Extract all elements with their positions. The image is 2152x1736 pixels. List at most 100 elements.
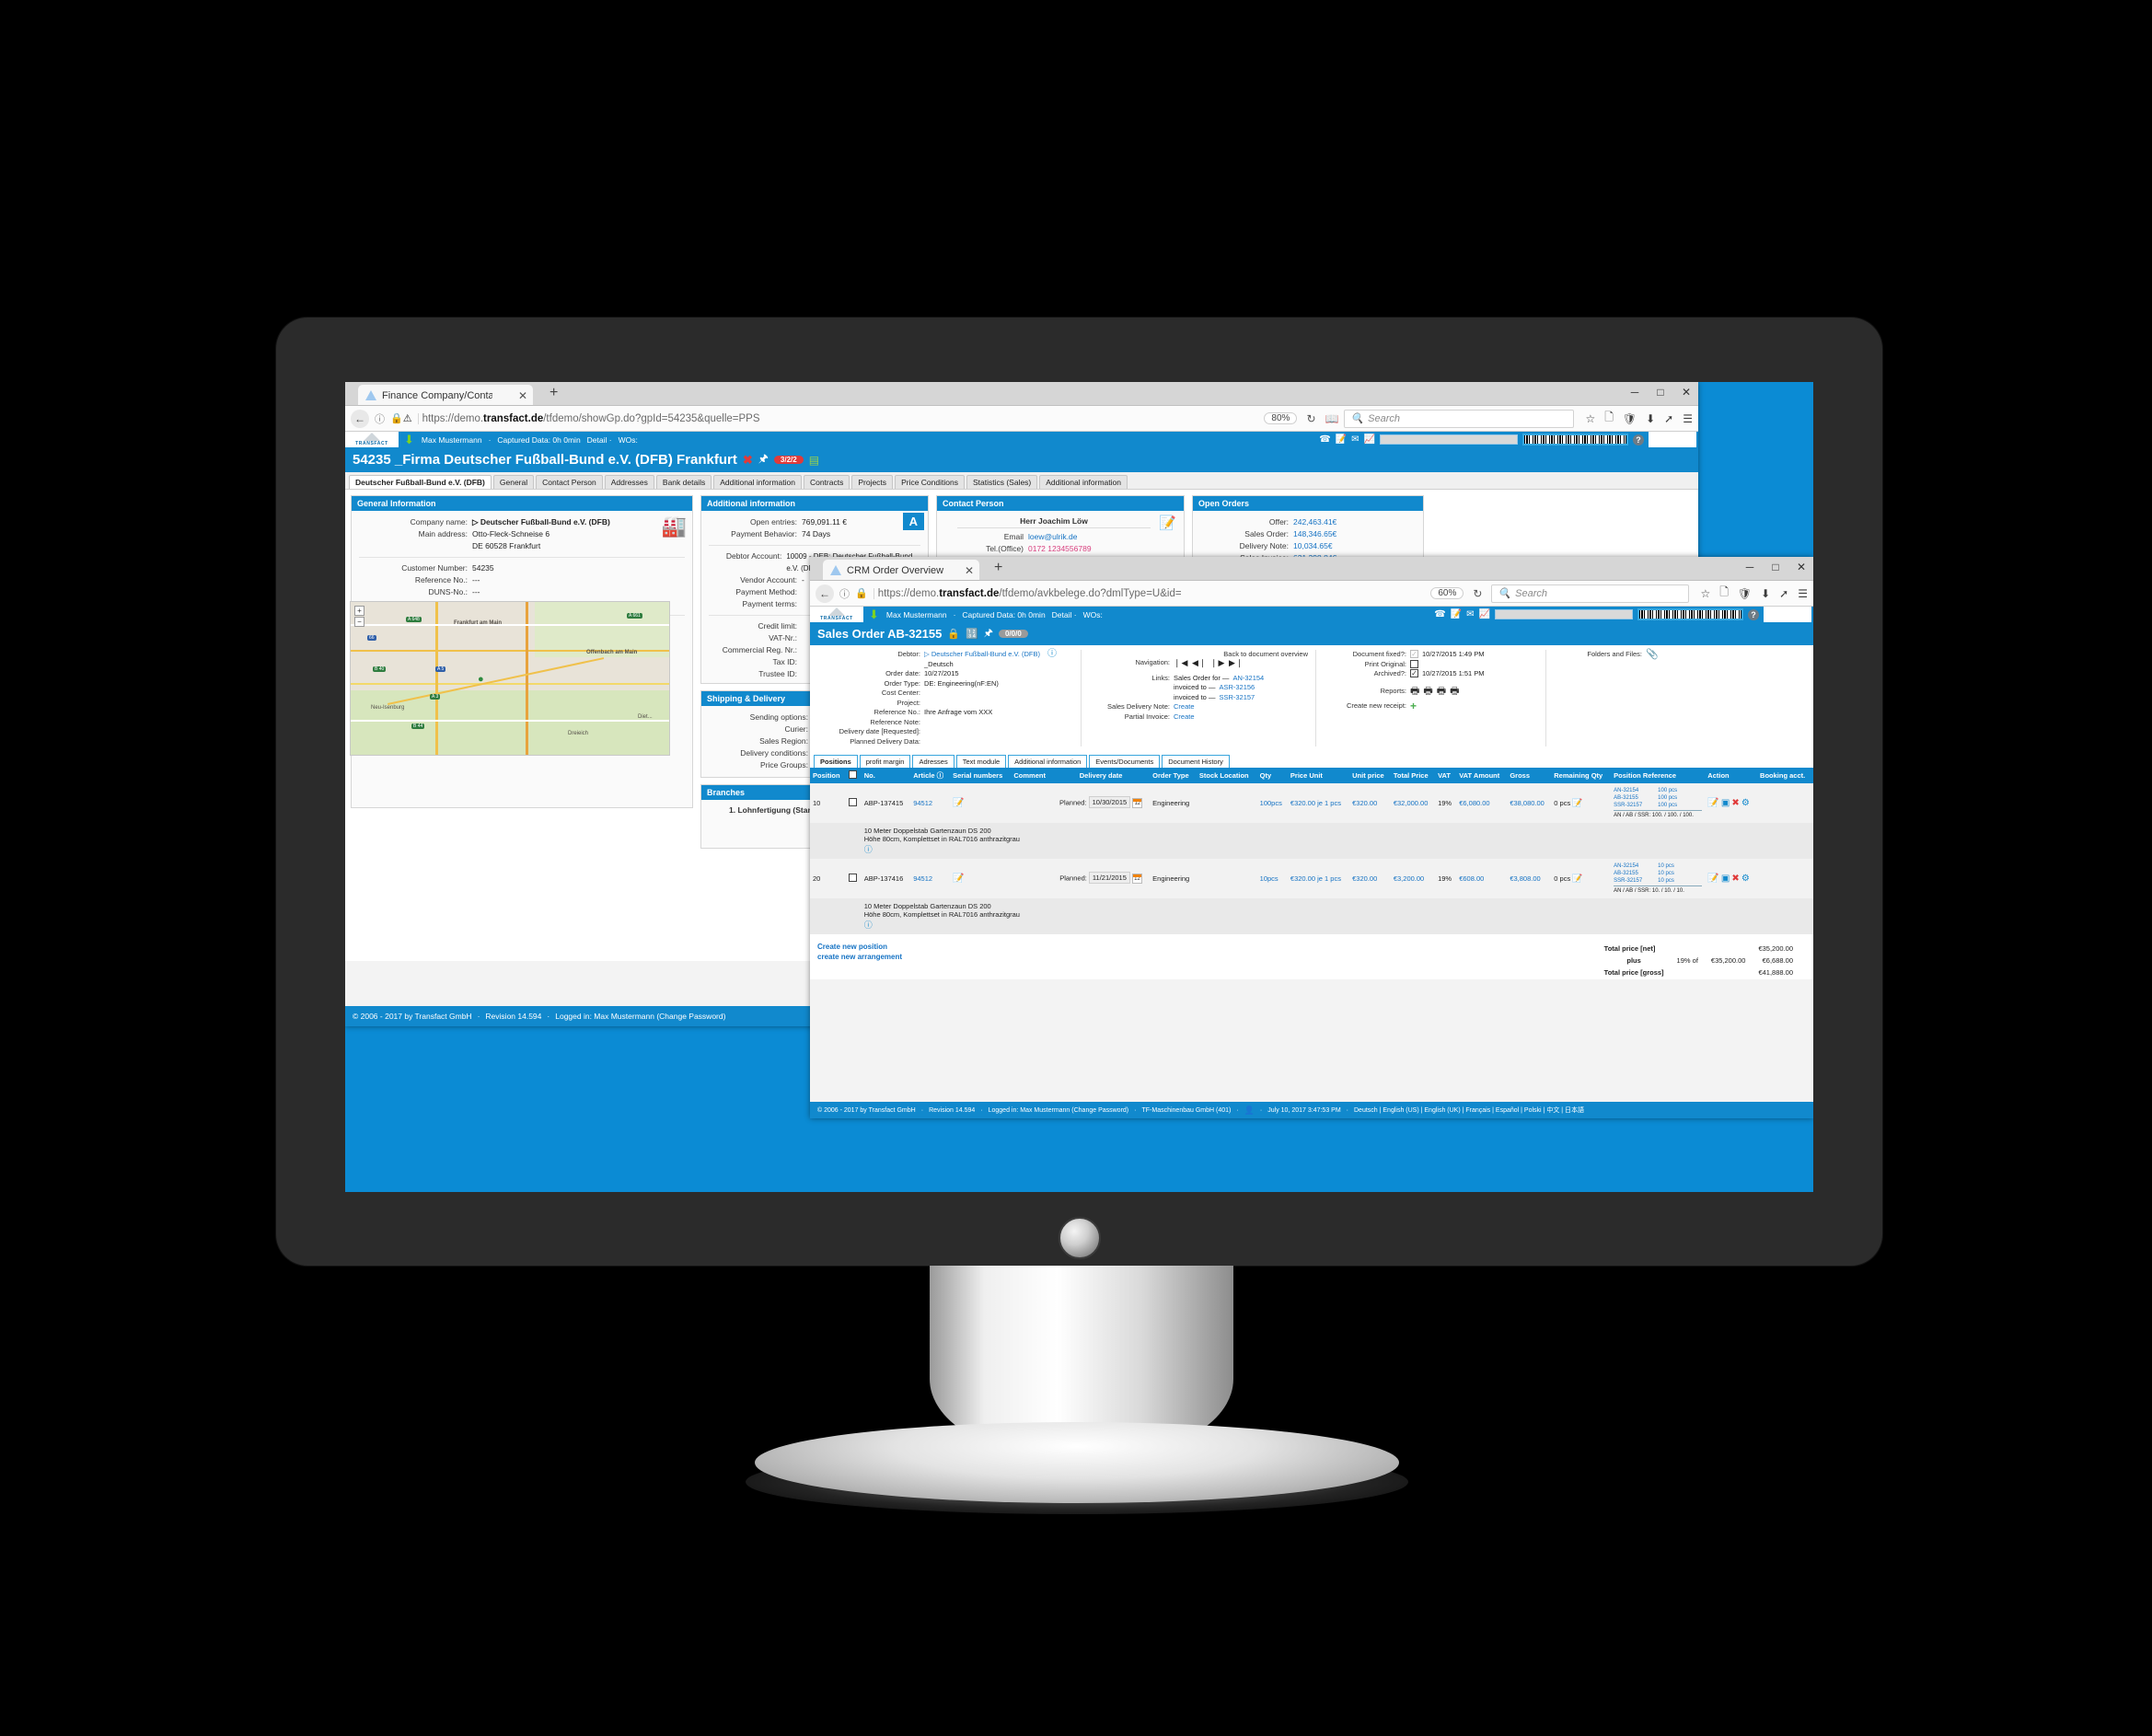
- copy-position-icon[interactable]: ▣: [1721, 874, 1730, 884]
- remaining-edit-icon[interactable]: 📝: [1572, 798, 1582, 807]
- location-map[interactable]: Frankfurt am Main Offenbach am Main Neu-…: [350, 601, 670, 756]
- col-order-type[interactable]: Order Type: [1150, 768, 1197, 783]
- tab-crm-order-overview[interactable]: CRM Order Overview ✕: [823, 560, 979, 581]
- col-position[interactable]: Position: [810, 768, 847, 783]
- close-window-icon[interactable]: ✕: [1680, 386, 1693, 399]
- download-icon[interactable]: ⬇: [1761, 587, 1770, 600]
- link-ref-1[interactable]: ASR-32156: [1219, 683, 1255, 693]
- maximize-icon[interactable]: □: [1769, 561, 1782, 573]
- pos-tab-events-documents[interactable]: Events/Documents: [1089, 755, 1161, 768]
- pos-tab-adresses[interactable]: Adresses: [912, 755, 955, 768]
- pocket-icon[interactable]: ➚: [1779, 587, 1788, 600]
- info-icon[interactable]: ⓘ: [839, 586, 850, 601]
- cell-delivery-date[interactable]: Planned: 10/30/2015 12: [1052, 783, 1150, 823]
- app-tab-10[interactable]: Additional information: [1039, 475, 1128, 489]
- settings-position-icon[interactable]: ⚙: [1741, 874, 1750, 884]
- col-article[interactable]: Article ⓘ: [910, 768, 951, 783]
- remaining-edit-icon[interactable]: 📝: [1572, 874, 1582, 883]
- serial-edit-icon[interactable]: 📝: [953, 798, 964, 808]
- reader-mode-icon[interactable]: 📖: [1325, 412, 1339, 425]
- back-icon[interactable]: ←: [816, 584, 834, 603]
- email-icon[interactable]: ✉: [1466, 609, 1474, 619]
- window1-toolbar-icons[interactable]: ☆ 🗋 🛡 ⬇ ➚ ☰: [1579, 409, 1693, 428]
- ref-doc-2[interactable]: SSR-32157: [1614, 877, 1652, 885]
- print-report-de-icon[interactable]: 🖶: [1410, 686, 1419, 697]
- download-icon[interactable]: ⬇: [1646, 412, 1655, 425]
- close-icon[interactable]: ✕: [518, 389, 527, 402]
- value-debtor[interactable]: ▷ Deutscher Fußball-Bund e.V. (DFB): [924, 650, 1040, 660]
- app-tab-5[interactable]: Additional information: [713, 475, 802, 489]
- app-tab-7[interactable]: Projects: [851, 475, 894, 489]
- ref-doc-2[interactable]: SSR-32157: [1614, 802, 1652, 809]
- print-report-cn-icon[interactable]: 🖶: [1450, 686, 1459, 697]
- value-contact-email[interactable]: loew@ulrik.de: [1028, 531, 1078, 543]
- close-window-icon[interactable]: ✕: [1795, 561, 1808, 573]
- col-price-unit[interactable]: Price Unit: [1287, 768, 1350, 783]
- down-arrow-icon[interactable]: ⬇: [404, 434, 414, 446]
- add-receipt-icon[interactable]: +: [1410, 700, 1417, 711]
- col-qty[interactable]: Qty: [1256, 768, 1288, 783]
- pos-tab-text-module[interactable]: Text module: [955, 755, 1007, 768]
- new-tab-button[interactable]: +: [994, 561, 1002, 575]
- link-ref-0[interactable]: AN-32154: [1232, 674, 1264, 684]
- value-contact-tel[interactable]: 0172 1234556789: [1028, 543, 1092, 555]
- delete-position-icon[interactable]: ✖: [1731, 798, 1739, 808]
- app-tab-6[interactable]: Contracts: [803, 475, 850, 489]
- delivery-date-input[interactable]: 10/30/2015: [1088, 796, 1131, 809]
- zoom-level-badge[interactable]: 80%: [1264, 412, 1298, 424]
- window2-toolbar-icons[interactable]: ☆ 🗋 🛡 ⬇ ➚ ☰: [1695, 584, 1808, 603]
- col-serial-numbers[interactable]: Serial numbers: [950, 768, 1012, 783]
- app-tab-9[interactable]: Statistics (Sales): [966, 475, 1038, 489]
- app-tab-8[interactable]: Price Conditions: [895, 475, 965, 489]
- window1-controls[interactable]: ─ □ ✕: [1628, 386, 1693, 399]
- col-remaining-qty[interactable]: Remaining Qty: [1551, 768, 1612, 783]
- print-report-pl-icon[interactable]: 🖶: [1423, 686, 1432, 697]
- footer-languages[interactable]: Deutsch | English (US) | English (UK) | …: [1354, 1105, 1584, 1115]
- topbar-right-tools[interactable]: ☎ 📝 ✉ 📈 ? TRANSFACT: [1434, 607, 1813, 622]
- back-to-overview-link[interactable]: Back to document overview: [1089, 650, 1308, 658]
- back-icon[interactable]: ←: [351, 409, 369, 428]
- bookmark-star-icon[interactable]: ☆: [1700, 587, 1710, 600]
- cell-article[interactable]: 94512: [910, 783, 950, 823]
- col-no[interactable]: No.: [861, 768, 911, 783]
- info-icon[interactable]: ⓘ: [937, 771, 944, 780]
- nav-next-icon[interactable]: ❘▶: [1210, 658, 1225, 667]
- col-gross[interactable]: Gross: [1507, 768, 1552, 783]
- link-ref-2[interactable]: SSR-32157: [1219, 693, 1255, 703]
- app-tab-3[interactable]: Addresses: [604, 475, 654, 489]
- paperclip-icon[interactable]: 📎: [1646, 650, 1659, 660]
- create-new-arrangement-link[interactable]: create new arrangement: [817, 952, 902, 962]
- positions-tabs[interactable]: Positions profit margin Adresses Text mo…: [810, 752, 1813, 768]
- bookmark-star-icon[interactable]: ☆: [1585, 412, 1595, 425]
- pos-tab-profit-margin[interactable]: profit margin: [859, 755, 911, 768]
- calendar-icon[interactable]: 12: [1132, 798, 1143, 808]
- col-unit-price[interactable]: Unit price: [1349, 768, 1391, 783]
- delivery-date-input[interactable]: 11/21/2015: [1088, 872, 1130, 885]
- quick-search-input[interactable]: [1495, 609, 1633, 619]
- minimize-icon[interactable]: ─: [1628, 386, 1641, 399]
- ref-doc-1[interactable]: AB-32155: [1614, 870, 1652, 877]
- info-icon[interactable]: ⓘ: [864, 919, 1811, 931]
- maximize-icon[interactable]: □: [1654, 386, 1667, 399]
- pos-tab-positions[interactable]: Positions: [814, 755, 858, 768]
- value-offer[interactable]: 242,463.41€: [1293, 516, 1336, 528]
- address-bar[interactable]: https://demo.transfact.de/tfdemo/showGp.…: [417, 412, 1259, 424]
- print-report-uk-icon[interactable]: 🖶: [1437, 686, 1446, 697]
- cell-article[interactable]: 94512: [910, 859, 950, 898]
- archived-checkbox[interactable]: ✓: [1410, 669, 1418, 677]
- pocket-icon[interactable]: ➚: [1664, 412, 1673, 425]
- zoom-level-badge[interactable]: 60%: [1430, 587, 1464, 599]
- hamburger-menu-icon[interactable]: ☰: [1683, 412, 1693, 425]
- col-total-price[interactable]: Total Price: [1390, 768, 1436, 783]
- minimize-icon[interactable]: ─: [1743, 561, 1756, 573]
- row-checkbox[interactable]: [849, 798, 858, 806]
- window2-urlbar[interactable]: ← ⓘ 🔒 https://demo.transfact.de/tfdemo/a…: [810, 581, 1813, 607]
- edit-note-icon[interactable]: 📝: [1451, 609, 1462, 619]
- edit-note-icon[interactable]: 📝: [1336, 434, 1347, 445]
- cell-serial-numbers[interactable]: 📝: [950, 859, 1011, 898]
- cell-delivery-date[interactable]: Planned: 11/21/2015 12: [1052, 859, 1150, 898]
- create-sales-delivery-note-link[interactable]: Create: [1174, 702, 1195, 712]
- table-row[interactable]: 20 ABP-137416 94512 📝 Planned: 11/21/201…: [810, 859, 1813, 898]
- email-icon[interactable]: ✉: [1351, 434, 1359, 445]
- chart-icon[interactable]: 📈: [1479, 609, 1490, 619]
